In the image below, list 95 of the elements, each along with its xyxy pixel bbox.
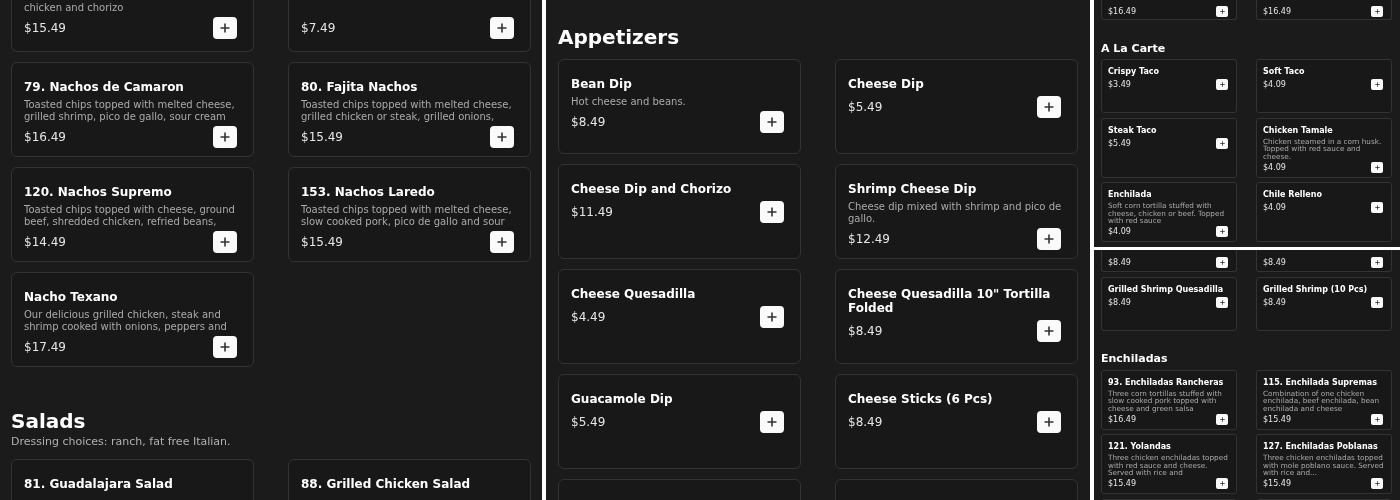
item-name: Nacho Texano bbox=[24, 290, 119, 304]
add-button[interactable] bbox=[1216, 296, 1228, 308]
item-description: Toasted chips topped with melted cheese, grilled chicken or steak, grilled onions, bbox=[301, 99, 513, 123]
plus-icon bbox=[767, 207, 777, 217]
add-button[interactable] bbox=[1371, 161, 1383, 173]
item-description: Toasted chips topped with cheese, ground beef, shredded chicken, refried beans, bbox=[24, 204, 236, 228]
plus-icon bbox=[220, 342, 230, 352]
item-price: $5.49 bbox=[571, 415, 606, 429]
item-price: $12.49 bbox=[848, 232, 890, 246]
section-note: Dressing choices: ranch, fat free Italian. bbox=[11, 435, 232, 449]
add-button[interactable] bbox=[1371, 6, 1383, 17]
plus-icon bbox=[1044, 102, 1054, 112]
plus-icon bbox=[1044, 234, 1054, 244]
item-price: $14.49 bbox=[24, 235, 66, 249]
item-description: Three corn tortillas stuffed with slow cooked pork topped with cheese and green salsa bbox=[1108, 389, 1223, 412]
plus-icon bbox=[767, 417, 777, 427]
item-name: 153. Nachos Laredo bbox=[301, 185, 436, 199]
plus-icon bbox=[767, 312, 777, 322]
item-description: Combination of one chicken enchilada, beef enchilada, bean enchilada and cheese bbox=[1263, 389, 1380, 412]
item-price: $17.49 bbox=[24, 340, 66, 354]
add-button[interactable] bbox=[1371, 478, 1383, 489]
plus-icon bbox=[767, 117, 777, 127]
item-price: $16.49 bbox=[24, 130, 66, 144]
item-price: $15.49 bbox=[301, 235, 343, 249]
plus-icon bbox=[497, 132, 507, 142]
item-description: Toasted chips topped with melted cheese, slow cooked pork, pico de gallo and sour bbox=[301, 204, 513, 228]
plus-icon bbox=[1044, 326, 1054, 336]
add-button[interactable] bbox=[1216, 137, 1228, 149]
item-name: Cheese Dip bbox=[848, 77, 925, 91]
add-button[interactable] bbox=[213, 126, 237, 148]
item-price: $15.49 bbox=[301, 130, 343, 144]
add-button[interactable] bbox=[1216, 257, 1228, 268]
item-description: chicken and chorizo bbox=[24, 2, 125, 14]
add-button[interactable] bbox=[1371, 79, 1383, 90]
add-button[interactable] bbox=[490, 231, 514, 253]
section-heading: Salads bbox=[11, 409, 87, 433]
item-price: $8.49 bbox=[848, 324, 883, 338]
item-name: Cheese Dip and Chorizo bbox=[571, 182, 733, 196]
add-button[interactable] bbox=[1371, 257, 1383, 268]
add-button[interactable] bbox=[213, 231, 237, 253]
plus-icon bbox=[1044, 417, 1054, 427]
item-name: 79. Nachos de Camaron bbox=[24, 80, 185, 94]
item-name: Cheese Quesadilla 10" Tortilla Folded bbox=[848, 287, 1052, 315]
section-heading: Enchiladas bbox=[1101, 353, 1169, 365]
add-button[interactable] bbox=[760, 201, 784, 223]
section-heading: A La Carte bbox=[1101, 42, 1167, 55]
item-description: Hot cheese and beans. bbox=[571, 96, 687, 108]
add-button[interactable] bbox=[760, 411, 784, 433]
add-button[interactable] bbox=[490, 126, 514, 148]
item-description: Our delicious grilled chicken, steak and shrimp cooked with onions, peppers and bbox=[24, 309, 228, 333]
item-description: Soft corn tortilla stuffed with cheese, chicken or beef. Topped with red sauce bbox=[1108, 202, 1225, 225]
add-button[interactable] bbox=[1037, 96, 1061, 118]
add-button[interactable] bbox=[1037, 411, 1061, 433]
add-button[interactable] bbox=[760, 306, 784, 328]
plus-icon bbox=[497, 237, 507, 247]
add-button[interactable] bbox=[1371, 202, 1383, 213]
add-button[interactable] bbox=[1216, 413, 1228, 425]
add-button[interactable] bbox=[1216, 6, 1228, 17]
item-description: Cheese dip mixed with shrimp and pico de gallo. bbox=[848, 201, 1063, 225]
item-description: Three chicken enchiladas topped with mole poblano sauce. Served with rice and... bbox=[1263, 454, 1385, 477]
plus-icon bbox=[497, 23, 507, 33]
item-price: $8.49 bbox=[571, 115, 606, 129]
add-button[interactable] bbox=[1371, 296, 1383, 308]
item-name: Cheese Quesadilla bbox=[571, 287, 697, 301]
item-price: $5.49 bbox=[848, 100, 883, 114]
add-button[interactable] bbox=[1216, 226, 1228, 237]
add-button[interactable] bbox=[213, 336, 237, 358]
plus-icon bbox=[220, 132, 230, 142]
item-name: Cheese Sticks (6 Pcs) bbox=[848, 392, 994, 406]
item-name: 88. Grilled Chicken Salad bbox=[301, 477, 472, 491]
add-button[interactable] bbox=[490, 17, 514, 39]
item-price: $11.49 bbox=[571, 205, 613, 219]
add-button[interactable] bbox=[760, 111, 784, 133]
item-name: Shrimp Cheese Dip bbox=[848, 182, 978, 196]
item-description: Toasted chips topped with melted cheese, grilled shrimp, pico de gallo, sour cream bbox=[24, 99, 236, 123]
item-name: Guacamole Dip bbox=[571, 392, 674, 406]
item-price: $4.49 bbox=[571, 310, 606, 324]
plus-icon bbox=[220, 23, 230, 33]
item-description: Chicken steamed in a corn husk. Topped with red sauce and cheese. bbox=[1263, 137, 1383, 160]
item-price: $8.49 bbox=[848, 415, 883, 429]
add-button[interactable] bbox=[1216, 478, 1228, 489]
item-name: 80. Fajita Nachos bbox=[301, 80, 419, 94]
item-price: $15.49 bbox=[24, 21, 66, 35]
section-heading: Appetizers bbox=[558, 25, 681, 49]
add-button[interactable] bbox=[1037, 320, 1061, 342]
item-description: Three chicken enchiladas topped with red sauce and cheese. Served with rice and bbox=[1108, 454, 1229, 477]
item-name: 81. Guadalajara Salad bbox=[24, 477, 174, 491]
add-button[interactable] bbox=[1216, 79, 1228, 90]
item-name: Bean Dip bbox=[571, 77, 633, 91]
item-name: 120. Nachos Supremo bbox=[24, 185, 173, 199]
add-button[interactable] bbox=[1371, 413, 1383, 425]
item-price: $7.49 bbox=[301, 21, 336, 35]
add-button[interactable] bbox=[1037, 228, 1061, 250]
plus-icon bbox=[220, 237, 230, 247]
add-button[interactable] bbox=[213, 17, 237, 39]
